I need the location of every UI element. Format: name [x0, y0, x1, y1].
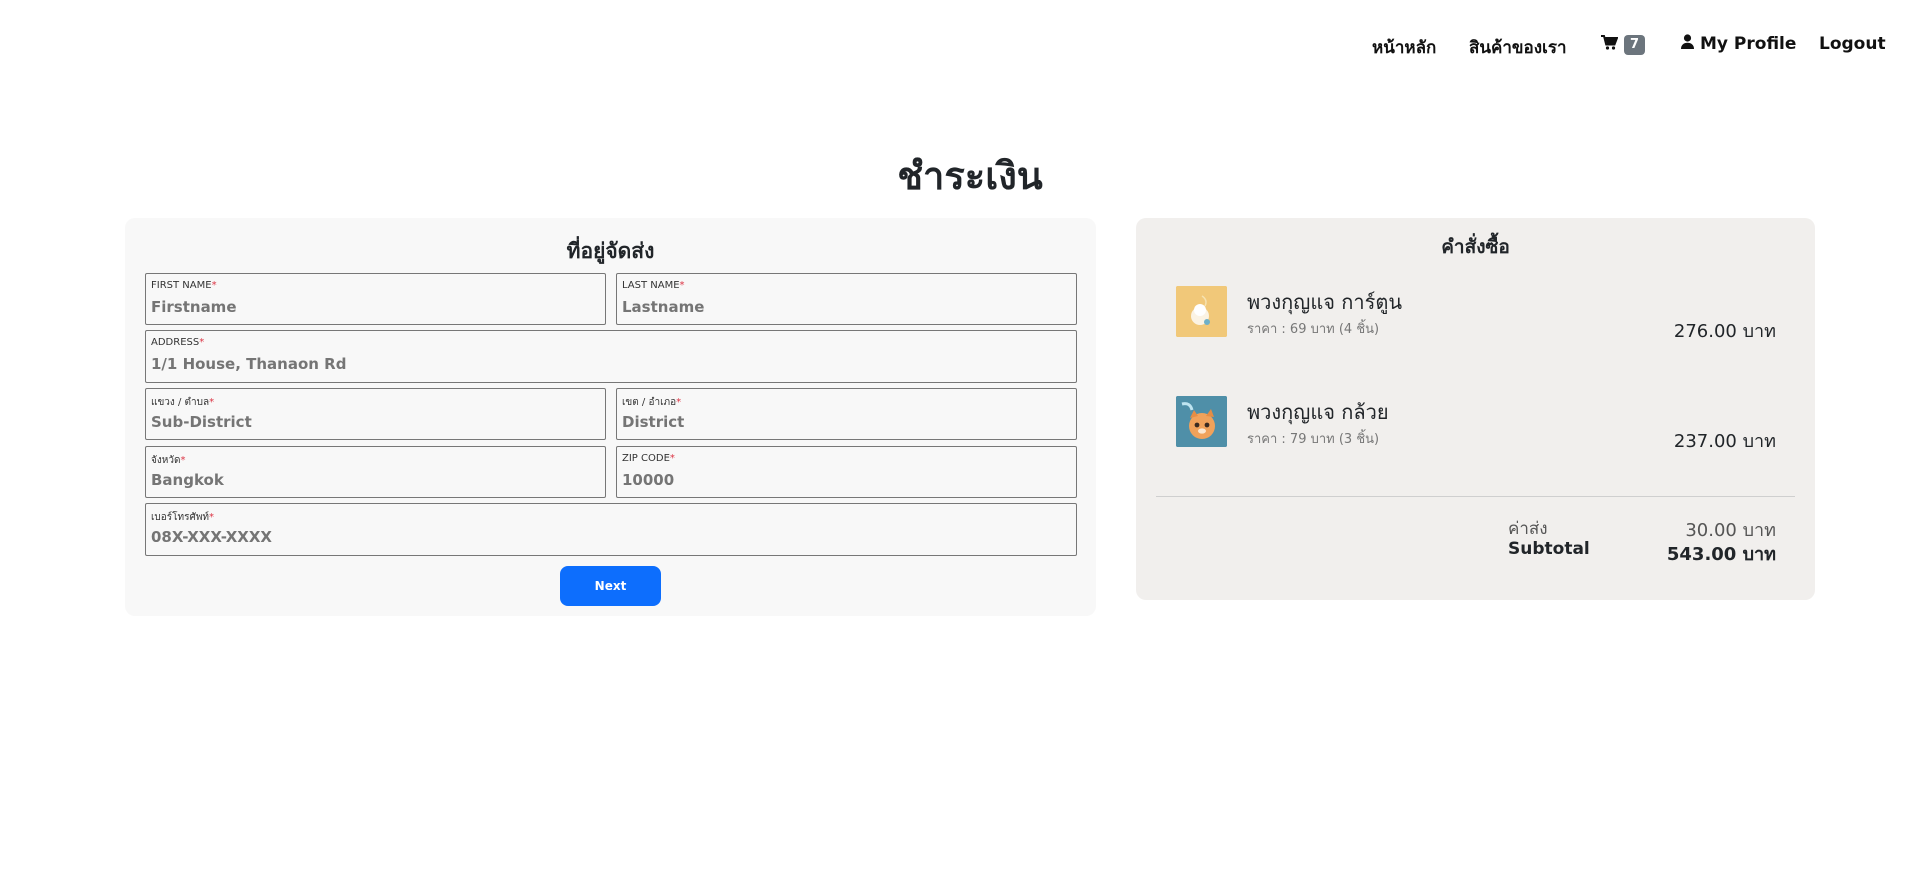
required-mark: * [676, 397, 682, 408]
next-button[interactable]: Next [560, 566, 661, 606]
required-mark: * [199, 337, 205, 348]
subtotal-label: Subtotal [1508, 539, 1590, 559]
nav-link-products[interactable]: สินค้าของเรา [1469, 34, 1567, 61]
summary-divider [1156, 496, 1795, 497]
district-label: เขต / อำเภอ* [622, 397, 682, 408]
page-title: ชำระเงิน [897, 154, 1043, 198]
shipping-card-title: ที่อยู่จัดส่ง [566, 239, 655, 263]
nav-profile-label: My Profile [1700, 34, 1797, 54]
item-price-qty: ราคา : 69 บาท (4 ชิ้น) [1247, 322, 1380, 337]
first-name-label: FIRST NAME* [151, 280, 217, 291]
shopping-cart-icon [1601, 35, 1619, 55]
item-name: พวงกุญแจ การ์ตูน [1247, 290, 1403, 314]
address-label: ADDRESS* [151, 337, 205, 348]
shipping-fee-row: ค่าส่ง 30.00 บาท [1508, 515, 1776, 541]
nav-link-cart[interactable]: 7 [1601, 35, 1646, 55]
nav-link-profile[interactable]: My Profile [1681, 34, 1796, 54]
subtotal-row: Subtotal 543.00 บาท [1508, 539, 1776, 565]
province-label: จังหวัด* [151, 455, 186, 466]
required-mark: * [209, 397, 215, 408]
phone-label: เบอร์โทรศัพท์* [151, 512, 215, 523]
order-summary-card: คำสั่งซื้อ พวงกุญแจ การ์ตูน ราคา : 69 บา… [1136, 218, 1815, 600]
user-icon [1681, 34, 1694, 54]
zip-code-input[interactable] [622, 469, 1071, 491]
first-name-input[interactable] [151, 296, 600, 318]
required-mark: * [679, 280, 685, 291]
sub-district-field: แขวง / ตำบล* [145, 388, 606, 440]
order-card-title: คำสั่งซื้อ [1441, 236, 1510, 258]
address-field: ADDRESS* [145, 330, 1077, 383]
required-mark: * [211, 280, 217, 291]
address-input[interactable] [151, 353, 1071, 375]
cart-count-badge: 7 [1624, 35, 1646, 55]
first-name-field: FIRST NAME* [145, 273, 606, 325]
order-item: พวงกุญแจ กล้วย ราคา : 79 บาท (3 ชิ้น) 23… [1176, 396, 1776, 456]
shipping-address-card: ที่อยู่จัดส่ง FIRST NAME* LAST NAME* ADD… [125, 218, 1096, 616]
district-input[interactable] [622, 411, 1071, 433]
product-thumbnail-banana [1176, 396, 1227, 447]
item-price-qty: ราคา : 79 บาท (3 ชิ้น) [1247, 432, 1380, 447]
zip-code-label: ZIP CODE* [622, 453, 675, 464]
required-mark: * [180, 455, 186, 466]
phone-input[interactable] [151, 526, 1071, 548]
nav-link-home[interactable]: หน้าหลัก [1372, 34, 1436, 61]
item-total: 237.00 บาท [1673, 431, 1776, 452]
nav-link-logout[interactable]: Logout [1819, 34, 1886, 54]
sub-district-label: แขวง / ตำบล* [151, 397, 215, 408]
last-name-input[interactable] [622, 296, 1071, 318]
sub-district-input[interactable] [151, 411, 600, 433]
last-name-field: LAST NAME* [616, 273, 1077, 325]
required-mark: * [209, 512, 215, 523]
product-thumbnail-cartoon [1176, 286, 1227, 337]
province-input[interactable] [151, 469, 600, 491]
phone-field: เบอร์โทรศัพท์* [145, 503, 1077, 556]
item-total: 276.00 บาท [1673, 321, 1776, 342]
shipping-fee-label: ค่าส่ง [1508, 519, 1548, 539]
last-name-label: LAST NAME* [622, 280, 685, 291]
province-field: จังหวัด* [145, 446, 606, 498]
order-item: พวงกุญแจ การ์ตูน ราคา : 69 บาท (4 ชิ้น) … [1176, 286, 1776, 346]
navbar: หน้าหลัก สินค้าของเรา 7 My Profile Logou… [0, 0, 1920, 90]
item-name: พวงกุญแจ กล้วย [1247, 400, 1389, 424]
subtotal-value: 543.00 บาท [1666, 544, 1776, 565]
zip-code-field: ZIP CODE* [616, 446, 1077, 498]
required-mark: * [669, 453, 675, 464]
district-field: เขต / อำเภอ* [616, 388, 1077, 440]
